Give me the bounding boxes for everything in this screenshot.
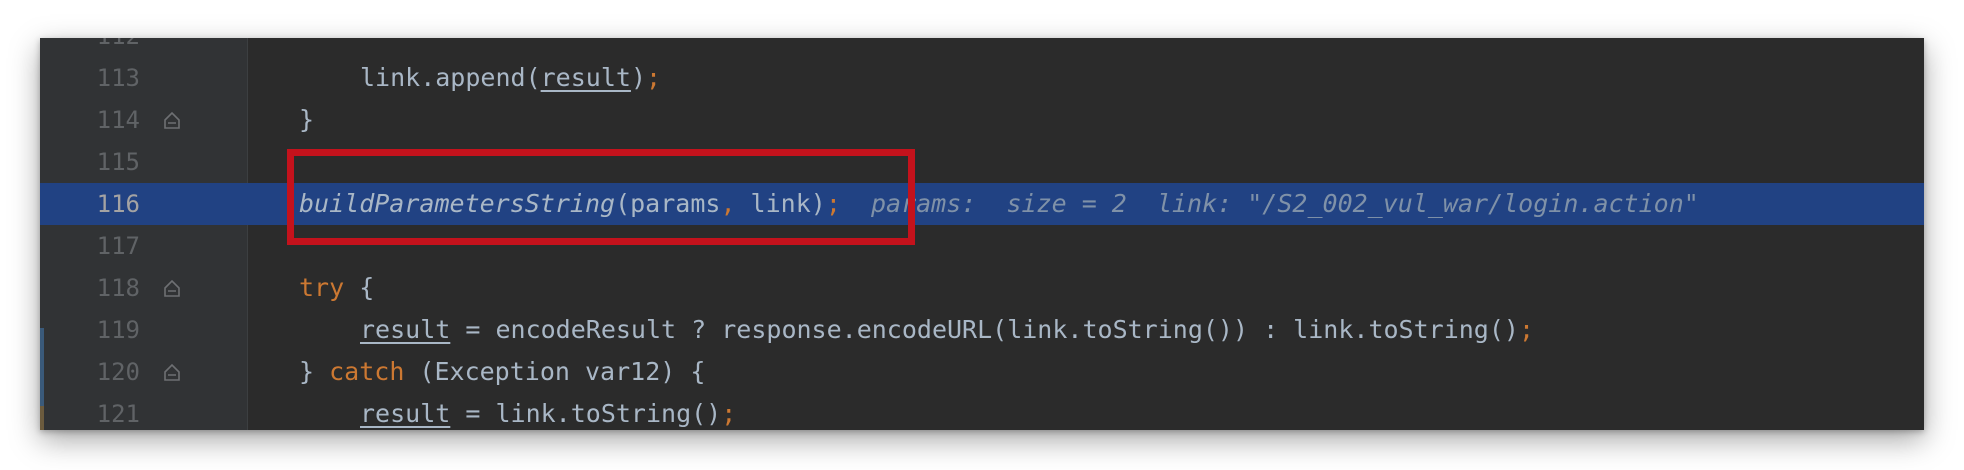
line-number[interactable]: 113 — [40, 57, 140, 99]
code-token: ; — [1518, 315, 1535, 344]
code-token: ; — [721, 399, 737, 428]
code-token: ) — [630, 63, 646, 92]
code-text: } catch (Exception var12) { — [299, 351, 705, 393]
code-token: link.append( — [360, 63, 541, 92]
code-token: = link.toString() — [450, 399, 722, 428]
code-text: } — [299, 99, 314, 141]
line-number[interactable]: 115 — [40, 141, 140, 183]
debug-inline-value: params: size = 2 link: "/S2_002_vul_war/… — [840, 189, 1699, 218]
code-token: link) — [735, 189, 826, 218]
line-number[interactable]: 121 — [40, 393, 140, 430]
fold-marker-icon[interactable] — [163, 362, 181, 382]
code-text: result = link.toString(); — [360, 393, 736, 430]
line-number[interactable]: 117 — [40, 225, 140, 267]
line-number[interactable]: 114 — [40, 99, 140, 141]
code-token: (Exception var12) { — [404, 357, 706, 386]
line-number[interactable]: 118 — [40, 267, 140, 309]
code-line[interactable]: 121 result = link.toString(); — [40, 393, 1924, 430]
code-editor[interactable]: 112113link.append(result);114}115116buil… — [40, 38, 1924, 430]
fold-marker-icon[interactable] — [163, 110, 181, 130]
code-token: ; — [646, 63, 662, 92]
code-token: ; — [825, 189, 841, 218]
code-line[interactable]: 115 — [40, 141, 1924, 183]
code-token: (params — [615, 189, 721, 218]
line-number[interactable]: 120 — [40, 351, 140, 393]
code-token: = encodeResult ? response.encodeURL(link… — [450, 315, 1519, 344]
code-token: buildParametersString — [299, 189, 616, 218]
code-token: result — [540, 63, 631, 92]
code-token: result — [360, 315, 451, 344]
code-token: , — [720, 189, 736, 218]
line-number[interactable]: 112 — [40, 38, 140, 57]
code-text: result = encodeResult ? response.encodeU… — [360, 309, 1534, 351]
code-line[interactable]: 113 link.append(result); — [40, 57, 1924, 99]
code-token: result — [360, 399, 451, 428]
line-number[interactable]: 116 — [40, 183, 140, 225]
code-text: link.append(result); — [360, 57, 661, 99]
code-token: catch — [329, 357, 405, 386]
code-token: } — [299, 357, 330, 386]
code-line[interactable]: 118 try { — [40, 267, 1924, 309]
code-line[interactable]: 120} catch (Exception var12) { — [40, 351, 1924, 393]
code-token: { — [344, 273, 375, 302]
code-line-current[interactable]: 116 buildParametersString(params, link); … — [40, 183, 1924, 225]
code-line[interactable]: 112 — [40, 38, 1924, 57]
code-token: try — [299, 273, 345, 302]
code-line[interactable]: 114} — [40, 99, 1924, 141]
line-number[interactable]: 119 — [40, 309, 140, 351]
code-text: buildParametersString(params, link); par… — [299, 183, 1699, 225]
fold-marker-icon[interactable] — [163, 278, 181, 298]
code-line[interactable]: 119 result = encodeResult ? response.enco… — [40, 309, 1924, 351]
code-line[interactable]: 117 — [40, 225, 1924, 267]
code-text: try { — [299, 267, 374, 309]
code-token: } — [299, 105, 315, 134]
